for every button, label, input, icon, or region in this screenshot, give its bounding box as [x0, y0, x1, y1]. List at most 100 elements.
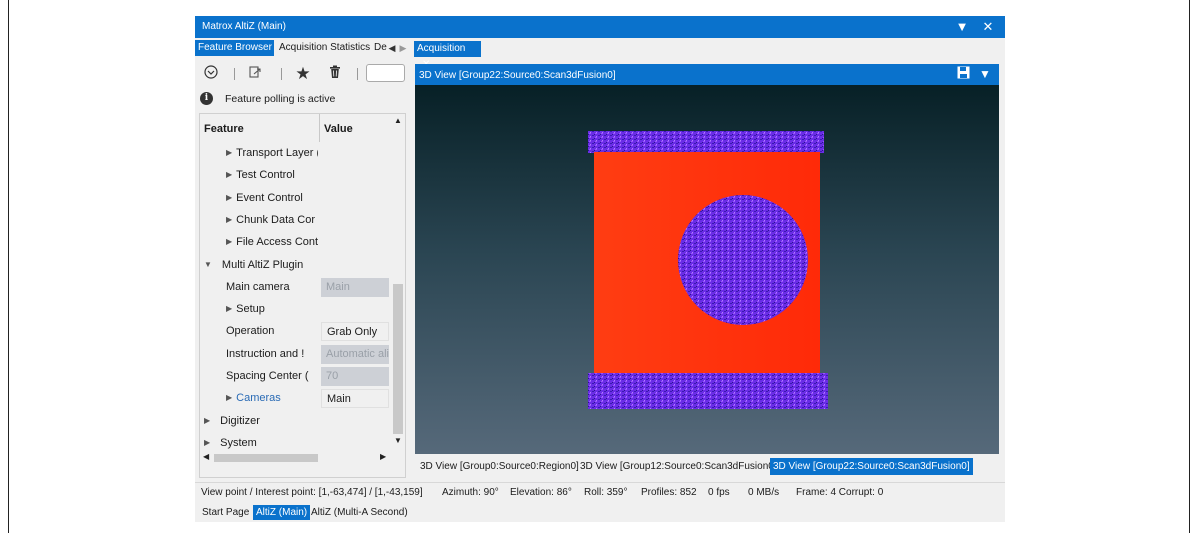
acquisition-panel: Acquisition ✕ 3D View [Group22:Source0:S… [414, 38, 1005, 482]
status-elevation: Elevation: 86° [510, 487, 572, 498]
collapsed-triangle-icon[interactable]: ▶ [226, 148, 232, 157]
tab-scroll-left-icon[interactable]: ◀ [387, 40, 397, 56]
tab-start-page[interactable]: Start Page [199, 505, 252, 520]
feature-name: Main camera [226, 281, 318, 293]
table-row[interactable]: ▼ Multi AltiZ Plugin [200, 254, 391, 276]
tab-acquisition-label: Acquisition [417, 43, 466, 54]
feature-name: ▶ Setup [226, 303, 318, 315]
tab-feature-browser[interactable]: Feature Browser [195, 40, 274, 56]
feature-label: Main camera [226, 280, 290, 293]
feature-label: Digitizer [220, 414, 260, 427]
feature-browser-panel: Feature Browser Acquisition Statistics D… [195, 38, 410, 482]
table-row[interactable]: ▶ Test Control [200, 164, 391, 186]
status-fps: 0 fps [708, 487, 730, 498]
feature-toolbar: ★ [195, 60, 410, 86]
left-tab-strip: Feature Browser Acquisition Statistics D… [195, 40, 410, 56]
collapsed-triangle-icon[interactable]: ▶ [226, 304, 232, 313]
star-icon[interactable]: ★ [293, 64, 313, 84]
polling-status-text: Feature polling is active [225, 93, 336, 105]
trash-icon[interactable] [325, 64, 345, 84]
3d-view-canvas[interactable] [415, 85, 999, 454]
table-row[interactable]: Spacing Center (70 [200, 365, 391, 387]
collapsed-triangle-icon[interactable]: ▶ [226, 170, 232, 179]
collapsed-triangle-icon[interactable]: ▶ [226, 237, 232, 246]
status-frame: Frame: 4 Corrupt: 0 [796, 487, 884, 498]
table-row[interactable]: ▶ Digitizer [200, 410, 391, 432]
grid-vertical-scrollbar[interactable]: ▲ ▼ [391, 114, 405, 451]
export-icon[interactable] [245, 64, 265, 84]
app-window: Matrox AltiZ (Main) ▼ ✕ Feature Browser … [195, 16, 1005, 522]
feature-label: Multi AltiZ Plugin [221, 258, 304, 271]
feature-value[interactable]: Main [321, 389, 389, 409]
feature-value[interactable]: Grab Only [321, 322, 389, 342]
collapsed-triangle-icon[interactable]: ▶ [226, 393, 232, 402]
tab-truncated[interactable]: De [371, 40, 387, 56]
column-header-feature[interactable]: Feature [204, 123, 244, 135]
view-tab-group12[interactable]: 3D View [Group12:Source0:Scan3dFusion0] [577, 458, 780, 475]
toolbar-separator [234, 68, 235, 80]
status-viewpoint: View point / Interest point: [1,-63,474]… [201, 487, 423, 498]
circle-chevron-down-icon[interactable] [201, 64, 221, 84]
close-icon[interactable]: ✕ [979, 17, 997, 37]
view-title: 3D View [Group22:Source0:Scan3dFusion0] [419, 70, 616, 81]
table-row[interactable]: ▶ Setup [200, 298, 391, 320]
feature-label: Transport Layer ( [236, 147, 318, 159]
feature-name: ▶ System [204, 437, 316, 449]
grid-horizontal-scrollbar[interactable]: ◀ ▶ [200, 451, 391, 465]
feature-label: Setup [236, 303, 265, 316]
save-icon[interactable] [955, 66, 971, 83]
feature-value: Automatic ali [321, 344, 389, 364]
status-profiles: Profiles: 852 [641, 487, 697, 498]
scroll-thumb[interactable] [393, 284, 403, 434]
view-menu-triangle-icon[interactable]: ▼ [977, 66, 993, 83]
table-row[interactable]: ▶ Event Control [200, 187, 391, 209]
column-header-value[interactable]: Value [324, 123, 353, 135]
feature-label: Instruction and ! [226, 347, 305, 360]
table-row[interactable]: ▶ File Access Cont [200, 231, 391, 253]
scroll-up-icon[interactable]: ▲ [393, 116, 403, 128]
feature-search-input[interactable] [366, 64, 405, 82]
tab-acquisition-statistics[interactable]: Acquisition Statistics [276, 40, 379, 56]
column-divider [319, 114, 320, 142]
feature-name: ▶ Chunk Data Cor [226, 214, 318, 226]
view-tab-group22[interactable]: 3D View [Group22:Source0:Scan3dFusion0] [770, 458, 973, 475]
collapsed-triangle-icon[interactable]: ▶ [204, 438, 210, 447]
scroll-right-icon[interactable]: ▶ [380, 452, 386, 461]
table-row[interactable]: ▶ Transport Layer ( [200, 142, 391, 164]
status-roll: Roll: 359° [584, 487, 628, 498]
table-row[interactable]: ▶ Chunk Data Cor [200, 209, 391, 231]
feature-value: Main [321, 277, 389, 297]
tab-altiz-main[interactable]: AltiZ (Main) [253, 505, 311, 520]
grid-header: Feature Value [200, 114, 391, 142]
document-tab-strip: Start Page AltiZ (Main) AltiZ (Multi-A S… [195, 502, 1005, 522]
bottom-point-band [588, 373, 828, 409]
top-point-band [588, 131, 824, 153]
feature-name: ▶ Cameras [226, 392, 318, 404]
view-tab-region0[interactable]: 3D View [Group0:Source0:Region0] [417, 458, 582, 475]
expanded-triangle-icon[interactable]: ▼ [204, 260, 212, 269]
feature-label: Spacing Center ( [226, 370, 309, 382]
view-header: 3D View [Group22:Source0:Scan3dFusion0] … [415, 64, 999, 85]
scroll-left-icon[interactable]: ◀ [203, 452, 209, 461]
tab-altiz-multi-second[interactable]: AltiZ (Multi-A Second) [308, 505, 411, 520]
table-row[interactable]: ▶ Cameras Main [200, 387, 391, 409]
feature-label: Test Control [236, 169, 295, 182]
table-row[interactable]: Instruction and ! Automatic ali [200, 343, 391, 365]
feature-label: Event Control [236, 191, 303, 204]
collapsed-triangle-icon[interactable]: ▶ [226, 193, 232, 202]
tab-acquisition[interactable]: Acquisition ✕ [414, 41, 481, 70]
collapsed-triangle-icon[interactable]: ▶ [204, 416, 210, 425]
collapsed-triangle-icon[interactable]: ▶ [226, 215, 232, 224]
scroll-down-icon[interactable]: ▼ [393, 436, 403, 448]
status-azimuth: Azimuth: 90° [442, 487, 499, 498]
feature-name: Instruction and ! [226, 348, 318, 360]
feature-name: ▶ Transport Layer ( [226, 147, 318, 159]
feature-name: Operation [226, 325, 318, 337]
screen-edge-right [1189, 0, 1190, 533]
tab-scroll-right-icon[interactable]: ▶ [398, 40, 408, 56]
table-row[interactable]: Operation Grab Only [200, 320, 391, 342]
hscroll-thumb[interactable] [214, 454, 318, 462]
table-row[interactable]: Main camera Main [200, 276, 391, 298]
window-menu-triangle-icon[interactable]: ▼ [953, 17, 971, 37]
feature-name: ▶ File Access Cont [226, 236, 318, 248]
